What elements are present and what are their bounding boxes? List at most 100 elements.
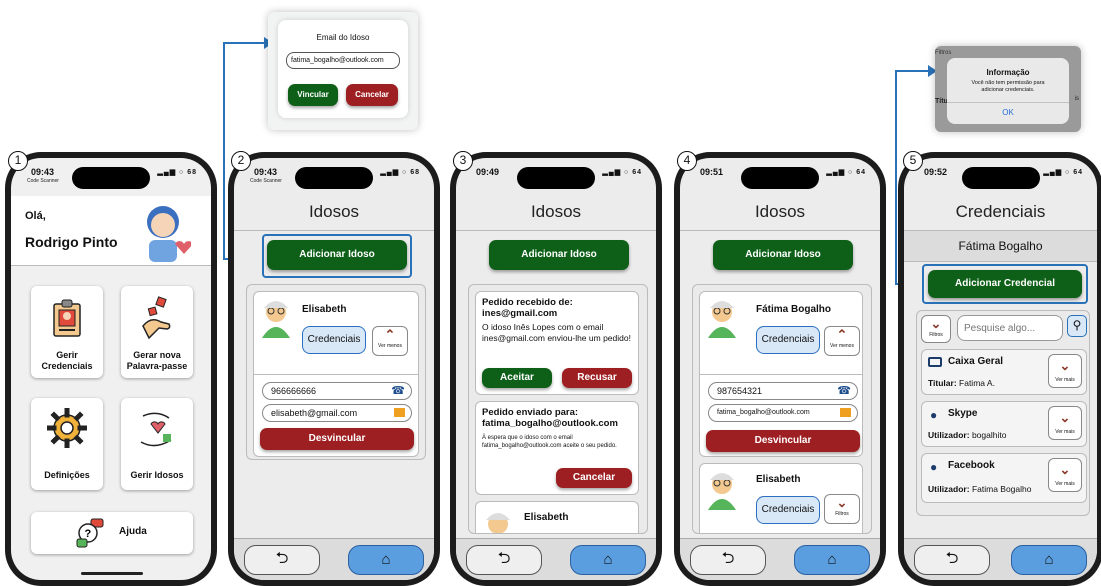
credentials-button[interactable]: Credenciais bbox=[756, 326, 820, 354]
back-icon: ⮌ bbox=[945, 550, 959, 567]
tile-label: Gerir Idosos bbox=[130, 470, 184, 480]
elderly-card: Elisabeth Credenciais ⌃ Ver menos 966666… bbox=[253, 291, 419, 457]
email-icon bbox=[840, 408, 851, 417]
home-indicator bbox=[81, 572, 143, 575]
email-field: elisabeth@gmail.com bbox=[262, 404, 412, 422]
search-input[interactable] bbox=[957, 315, 1063, 341]
step-number: 3 bbox=[453, 151, 473, 171]
credential-detail: Titular: Fatima A. bbox=[928, 378, 995, 388]
add-elderly-button[interactable]: Adicionar Idoso bbox=[267, 240, 407, 270]
gear-icon bbox=[47, 408, 87, 448]
email-field[interactable]: fatima_bogalho@outlook.com bbox=[286, 52, 400, 69]
id-badge-icon bbox=[53, 299, 81, 337]
owner-name: Fátima Bogalho bbox=[958, 239, 1043, 253]
heart-hands-icon bbox=[140, 412, 172, 447]
home-icon: ⌂ bbox=[1044, 551, 1054, 568]
accept-button[interactable]: Aceitar bbox=[482, 368, 552, 388]
filters-button[interactable]: ⌄ Filtros bbox=[921, 315, 951, 343]
page-title: Idosos bbox=[530, 202, 582, 221]
credential-value: bogalhito bbox=[971, 430, 1007, 440]
collapse-button[interactable]: ⌃ Ver menos bbox=[824, 326, 860, 356]
see-more-button[interactable]: ⌄ Ver mais bbox=[1048, 458, 1082, 492]
status-icons: ▂▄▆ ○ 68 bbox=[157, 169, 197, 176]
back-button[interactable]: ⮌ bbox=[690, 545, 766, 575]
status-time: 09:43 bbox=[31, 167, 55, 177]
info-message: Você não tem permissão para adicionar cr… bbox=[971, 80, 1045, 93]
credentials-list: ⌄ Filtros ⚲ Caixa Geral Titular: Fatima … bbox=[916, 310, 1090, 516]
chevron-down-icon: ⌄ bbox=[1059, 462, 1071, 477]
cancel-button[interactable]: Cancelar bbox=[346, 84, 398, 106]
owner-bar: Fátima Bogalho bbox=[904, 230, 1097, 262]
tile-manage-credentials[interactable]: Gerir Credenciais bbox=[31, 286, 103, 378]
help-button[interactable]: ? Ajuda bbox=[31, 512, 193, 554]
sent-request-card: Pedido enviado para: fatima_bogalho@outl… bbox=[475, 401, 639, 495]
see-more-button[interactable]: ⌄ Ver mais bbox=[1048, 354, 1082, 388]
home-button[interactable]: ⌂ bbox=[570, 545, 646, 575]
phone-1: 09:43 Code Scanner ▂▄▆ ○ 68 Olá, Rodrigo… bbox=[5, 152, 217, 586]
bank-card-icon bbox=[928, 357, 942, 367]
credential-name: Facebook bbox=[948, 460, 995, 471]
add-credential-button[interactable]: Adicionar Credencial bbox=[928, 270, 1082, 298]
phone-field: 966666666 ☎ bbox=[262, 382, 412, 400]
bg-side-label: is bbox=[1074, 96, 1079, 102]
bottom-nav: ⮌ ⌂ bbox=[904, 538, 1097, 580]
back-button[interactable]: ⮌ bbox=[466, 545, 542, 575]
elderly-avatar bbox=[708, 301, 736, 338]
step-number: 4 bbox=[677, 151, 697, 171]
bottom-nav: ⮌ ⌂ bbox=[234, 538, 434, 580]
status-time: 09:52 bbox=[924, 167, 948, 177]
credentials-button[interactable]: Credenciais bbox=[302, 326, 366, 354]
cancel-request-button[interactable]: Cancelar bbox=[556, 468, 632, 488]
credential-field: Utilizador: bbox=[928, 430, 970, 440]
received-message: O idoso Inês Lopes com o email ines@gmai… bbox=[482, 322, 631, 343]
key-hand-icon bbox=[142, 296, 171, 340]
tile-manage-elderly[interactable]: Gerir Idosos bbox=[121, 398, 193, 490]
user-name: Rodrigo Pinto bbox=[25, 234, 118, 250]
elderly-card: Elisabeth bbox=[475, 501, 639, 533]
back-button[interactable]: ⮌ bbox=[244, 545, 320, 575]
home-icon: ⌂ bbox=[827, 551, 837, 568]
back-button[interactable]: ⮌ bbox=[914, 545, 990, 575]
status-icons: ▂▄▆ ○ 64 bbox=[602, 169, 642, 176]
search-icon: ⚲ bbox=[1072, 318, 1082, 332]
refuse-button[interactable]: Recusar bbox=[562, 368, 632, 388]
avatar bbox=[147, 206, 191, 262]
collapse-label: Ver menos bbox=[378, 343, 402, 349]
back-icon: ⮌ bbox=[275, 550, 289, 567]
header-area: Olá, Rodrigo Pinto bbox=[11, 196, 211, 266]
collapse-button[interactable]: ⌃ Ver menos bbox=[372, 326, 408, 356]
credential-value: Fatima Bogalho bbox=[971, 484, 1032, 494]
add-elderly-button[interactable]: Adicionar Idoso bbox=[489, 240, 629, 270]
unlink-button[interactable]: Desvincular bbox=[706, 430, 860, 452]
ok-button[interactable]: OK bbox=[947, 108, 1069, 117]
credential-card: ● Skype Utilizador: bogalhito ⌄ Ver mais bbox=[921, 401, 1087, 447]
search-button[interactable]: ⚲ bbox=[1067, 315, 1087, 337]
home-button[interactable]: ⌂ bbox=[794, 545, 870, 575]
home-icon: ⌂ bbox=[603, 551, 613, 568]
elderly-avatar bbox=[262, 301, 290, 338]
filters-label: Filtros bbox=[835, 511, 849, 517]
expand-button[interactable]: ⌄ Filtros bbox=[824, 494, 860, 524]
elderly-list: Elisabeth Credenciais ⌃ Ver menos 966666… bbox=[246, 284, 426, 460]
phone-value: 987654321 bbox=[717, 386, 763, 396]
credentials-button[interactable]: Credenciais bbox=[756, 496, 820, 524]
link-button[interactable]: Vincular bbox=[288, 84, 338, 106]
status-icons: ▂▄▆ ○ 64 bbox=[1043, 169, 1083, 176]
credential-name: Skype bbox=[948, 408, 978, 419]
home-button[interactable]: ⌂ bbox=[348, 545, 424, 575]
phone-icon: ☎ bbox=[837, 385, 851, 397]
tile-label: Gerir Credenciais bbox=[41, 350, 93, 371]
help-chat-icon: ? bbox=[76, 518, 104, 548]
email-value: fatima_bogalho@outlook.com bbox=[717, 409, 810, 416]
chevron-up-icon: ⌃ bbox=[836, 327, 848, 342]
requests-list: Pedido recebido de: ines@gmail.com O ido… bbox=[468, 284, 648, 534]
add-elderly-button[interactable]: Adicionar Idoso bbox=[713, 240, 853, 270]
unlink-button[interactable]: Desvincular bbox=[260, 428, 414, 450]
home-button[interactable]: ⌂ bbox=[1011, 545, 1087, 575]
tile-settings[interactable]: Definições bbox=[31, 398, 103, 490]
bottom-nav: ⮌ ⌂ bbox=[456, 538, 656, 580]
connector-line bbox=[895, 70, 897, 284]
see-more-button[interactable]: ⌄ Ver mais bbox=[1048, 406, 1082, 440]
tile-generate-password[interactable]: Gerar nova Palavra-passe bbox=[121, 286, 193, 378]
bg-filters-label: Filtros bbox=[935, 50, 952, 56]
